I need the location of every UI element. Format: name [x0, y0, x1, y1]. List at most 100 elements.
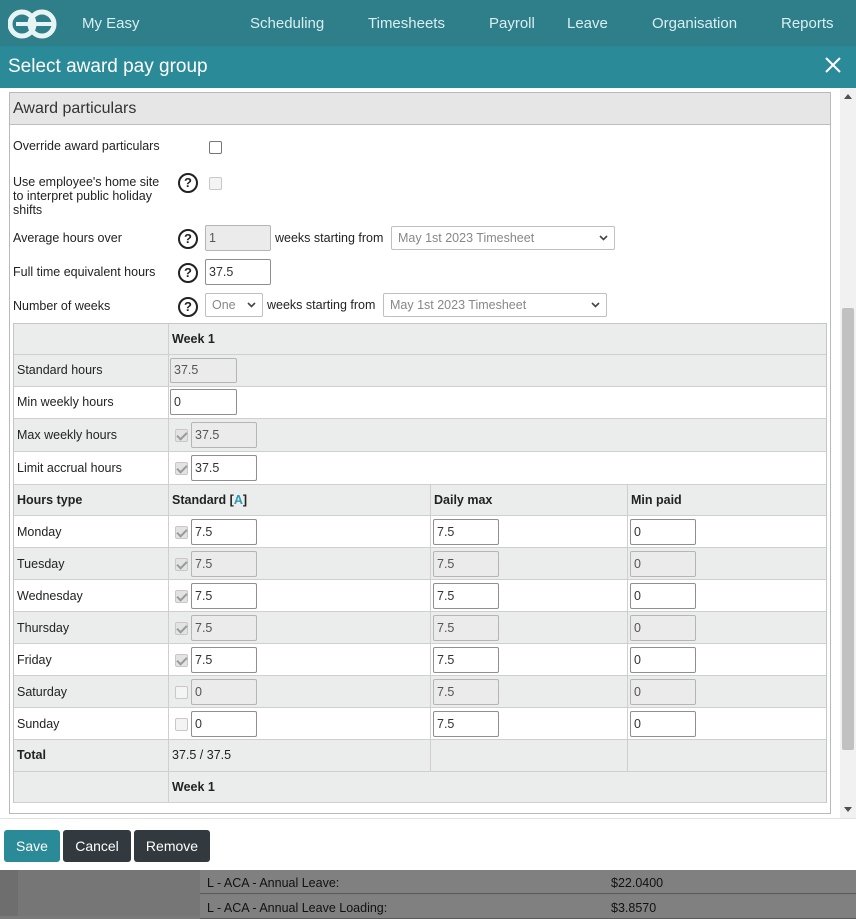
- standard-checkbox[interactable]: [175, 654, 188, 667]
- help-icon[interactable]: ?: [178, 173, 198, 193]
- standard-checkbox[interactable]: [175, 718, 188, 731]
- standard-hours-input[interactable]: 7.5: [191, 583, 257, 609]
- section-title: Award particulars: [13, 100, 137, 117]
- standard-checkbox[interactable]: [175, 590, 188, 603]
- modal-scroll-area[interactable]: Award particulars Override award particu…: [0, 88, 856, 818]
- standard-checkbox[interactable]: [175, 558, 188, 571]
- limit-accrual-hours-input[interactable]: 37.5: [191, 455, 257, 481]
- nav-organisation[interactable]: Organisation: [652, 0, 737, 48]
- weeks-starting-label: weeks starting from: [275, 231, 384, 245]
- home-site-checkbox[interactable]: [209, 177, 222, 190]
- chevron-down-icon: [247, 302, 256, 308]
- day-label: Friday: [17, 653, 52, 667]
- min-paid-input[interactable]: 0: [630, 679, 696, 705]
- help-icon[interactable]: ?: [178, 297, 198, 317]
- min-paid-input[interactable]: 0: [630, 711, 696, 737]
- min-paid-input[interactable]: 0: [630, 583, 696, 609]
- daily-max-input[interactable]: 7.5: [433, 711, 499, 737]
- scrollbar-thumb[interactable]: [842, 308, 854, 750]
- background-panel: [18, 870, 200, 916]
- min-paid-input[interactable]: 0: [630, 551, 696, 577]
- standard-hours-input[interactable]: 0: [191, 679, 257, 705]
- daily-max-input[interactable]: 7.5: [433, 647, 499, 673]
- award-particulars-panel: Award particulars Override award particu…: [9, 92, 831, 814]
- background-row: L - ACA - Annual Leave Loading: $3.8570: [200, 895, 856, 919]
- scroll-up-icon[interactable]: [844, 94, 852, 99]
- award-accent-link[interactable]: A: [234, 493, 243, 507]
- min-paid-input[interactable]: 0: [630, 647, 696, 673]
- nav-scheduling[interactable]: Scheduling: [250, 0, 324, 48]
- nav-my-easy[interactable]: My Easy: [82, 0, 140, 48]
- vertical-scrollbar[interactable]: [840, 88, 856, 818]
- daily-max-header: Daily max: [434, 493, 493, 507]
- table-row: Sunday 0 7.5 0: [14, 708, 826, 740]
- standard-checkbox[interactable]: [175, 526, 188, 539]
- override-label: Override award particulars: [13, 139, 160, 153]
- daily-max-input[interactable]: 7.5: [433, 551, 499, 577]
- fte-input[interactable]: 37.5: [205, 259, 271, 285]
- home-site-label: Use employee's home site to interpret pu…: [13, 175, 160, 217]
- total-row: Total 37.5 / 37.5: [14, 740, 826, 772]
- day-label: Thursday: [17, 621, 70, 635]
- min-paid-header: Min paid: [631, 493, 682, 507]
- easy-employer-logo[interactable]: [8, 8, 60, 40]
- override-checkbox[interactable]: [209, 141, 222, 154]
- standard-hours-input[interactable]: 0: [191, 711, 257, 737]
- table-row: Thursday 7.5 7.5 0: [14, 612, 826, 644]
- background-row-label: L - ACA - Annual Leave:: [207, 876, 340, 890]
- help-icon[interactable]: ?: [178, 229, 198, 249]
- chevron-down-icon: [591, 302, 600, 308]
- weeks-starting-label: weeks starting from: [267, 298, 376, 312]
- daily-max-input[interactable]: 7.5: [433, 615, 499, 641]
- standard-header-text: Standard [: [172, 493, 234, 507]
- table-row: Min weekly hours 0: [14, 387, 826, 419]
- daily-max-input[interactable]: 7.5: [433, 583, 499, 609]
- nav-leave[interactable]: Leave: [567, 0, 608, 48]
- standard-hours-input[interactable]: 37.5: [170, 358, 237, 383]
- scroll-down-icon[interactable]: [844, 807, 852, 812]
- nav-timesheets[interactable]: Timesheets: [368, 0, 445, 48]
- daily-max-input[interactable]: 7.5: [433, 679, 499, 705]
- table-row: Friday 7.5 7.5 0: [14, 644, 826, 676]
- number-of-weeks-value: One: [212, 298, 236, 312]
- week-footer-row: Week 1: [14, 772, 826, 803]
- cancel-button[interactable]: Cancel: [63, 830, 131, 862]
- table-row: Wednesday 7.5 7.5 0: [14, 580, 826, 612]
- standard-hours-input[interactable]: 7.5: [191, 647, 257, 673]
- remove-button[interactable]: Remove: [134, 830, 210, 862]
- average-timesheet-value: May 1st 2023 Timesheet: [398, 231, 535, 245]
- background-sidebar: [0, 870, 18, 916]
- min-weekly-hours-input[interactable]: 0: [170, 389, 237, 415]
- limit-accrual-checkbox[interactable]: [175, 462, 188, 475]
- standard-checkbox[interactable]: [175, 686, 188, 699]
- average-timesheet-select[interactable]: May 1st 2023 Timesheet: [391, 226, 615, 250]
- standard-hours-input[interactable]: 7.5: [191, 551, 257, 577]
- row-label: Standard hours: [17, 363, 103, 377]
- min-paid-input[interactable]: 0: [630, 615, 696, 641]
- day-label: Sunday: [17, 717, 60, 731]
- max-weekly-checkbox[interactable]: [175, 429, 188, 442]
- close-icon[interactable]: [822, 54, 844, 76]
- week-header: Week 1: [172, 332, 215, 346]
- nav-payroll[interactable]: Payroll: [489, 0, 535, 48]
- max-weekly-hours-input[interactable]: 37.5: [191, 422, 257, 448]
- number-of-weeks-select[interactable]: One: [205, 293, 263, 317]
- standard-hours-input[interactable]: 7.5: [191, 519, 257, 545]
- standard-checkbox[interactable]: [175, 622, 188, 635]
- table-row: Monday 7.5 7.5 0: [14, 516, 826, 548]
- standard-hours-input[interactable]: 7.5: [191, 615, 257, 641]
- week-header-row: Week 1: [14, 324, 826, 355]
- nav-reports[interactable]: Reports: [781, 0, 834, 48]
- day-rows: Monday 7.5 7.5 0 Tuesday 7.5 7.5 0 Wednesday 7.5 7…: [14, 516, 826, 740]
- day-label: Monday: [17, 525, 62, 539]
- table-row: Tuesday 7.5 7.5 0: [14, 548, 826, 580]
- total-label: Total: [17, 748, 46, 762]
- modal-header: Select award pay group: [0, 46, 856, 88]
- min-paid-input[interactable]: 0: [630, 519, 696, 545]
- daily-max-input[interactable]: 7.5: [433, 519, 499, 545]
- save-button[interactable]: Save: [4, 830, 60, 862]
- average-hours-input[interactable]: 1: [205, 225, 271, 251]
- help-icon[interactable]: ?: [178, 263, 198, 283]
- background-row-value: $22.0400: [611, 876, 664, 890]
- number-of-weeks-timesheet-select[interactable]: May 1st 2023 Timesheet: [383, 293, 607, 317]
